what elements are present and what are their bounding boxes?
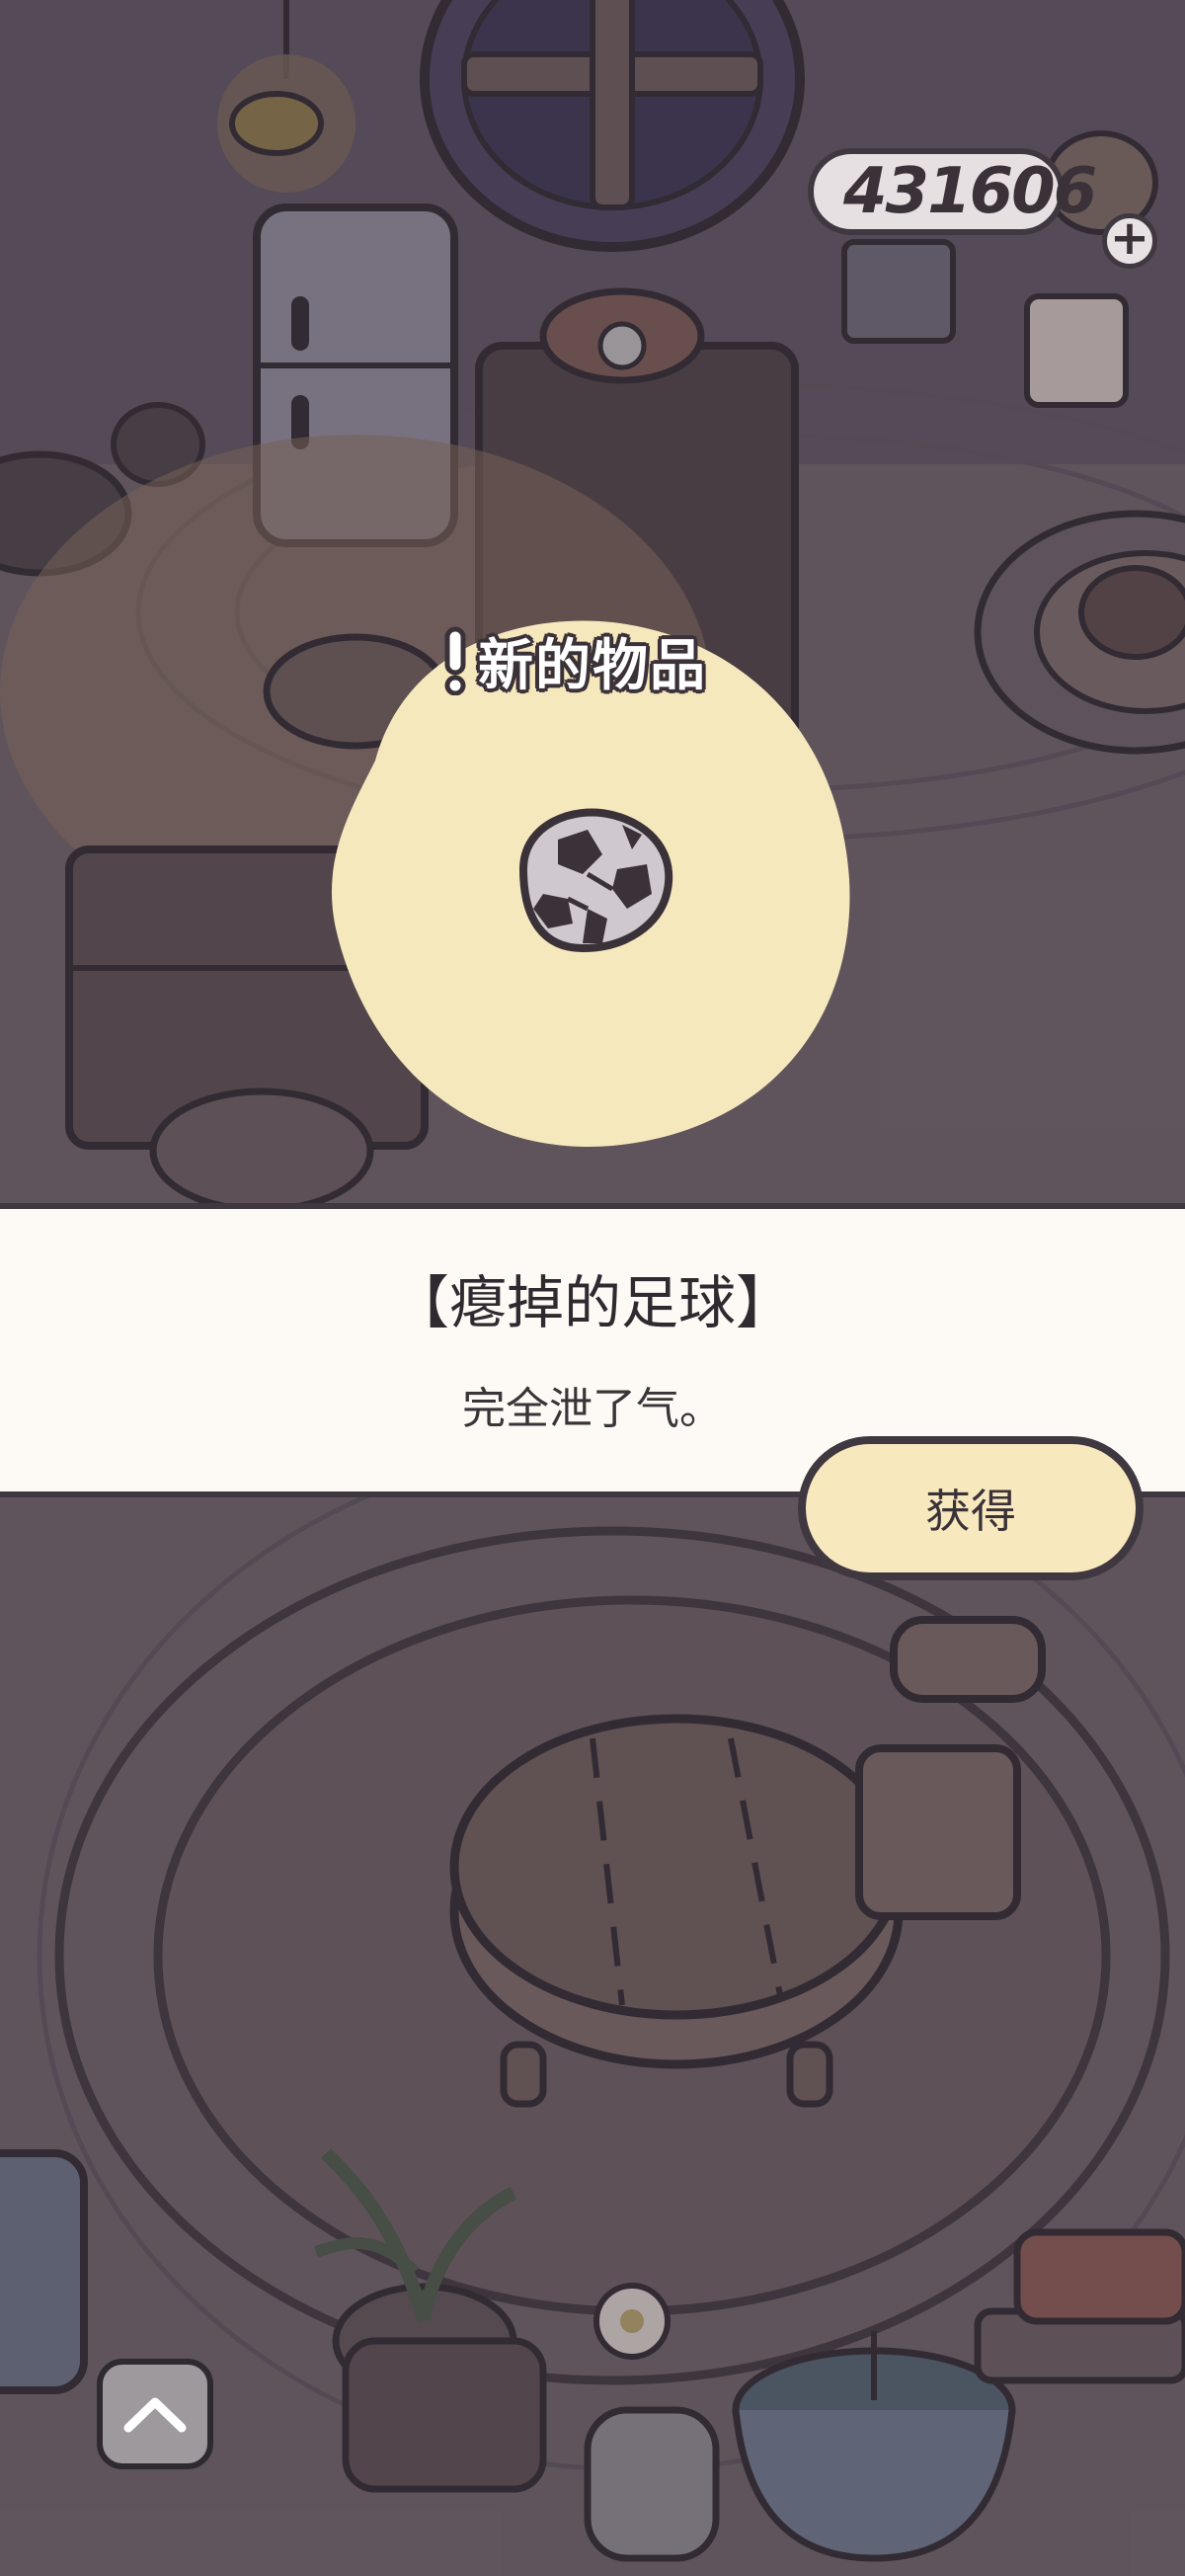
exclamation-icon [444, 626, 466, 695]
obtain-button[interactable]: 获得 [798, 1436, 1144, 1580]
chevron-up-icon [123, 2397, 187, 2433]
item-description: 完全泄了气。 [462, 1384, 723, 1434]
deflated-soccer-ball-icon [518, 808, 673, 953]
obtain-button-label: 获得 [925, 1485, 1016, 1538]
coin-amount: 431606 [843, 155, 1097, 228]
add-coins-button[interactable]: + [1102, 213, 1157, 269]
expand-menu-button[interactable] [97, 2359, 213, 2469]
new-item-title: 新的物品 [478, 633, 707, 698]
coin-counter: 431606 [808, 148, 1097, 235]
item-name: 【瘪掉的足球】 [391, 1269, 793, 1336]
new-item-header: 新的物品 [444, 626, 707, 698]
